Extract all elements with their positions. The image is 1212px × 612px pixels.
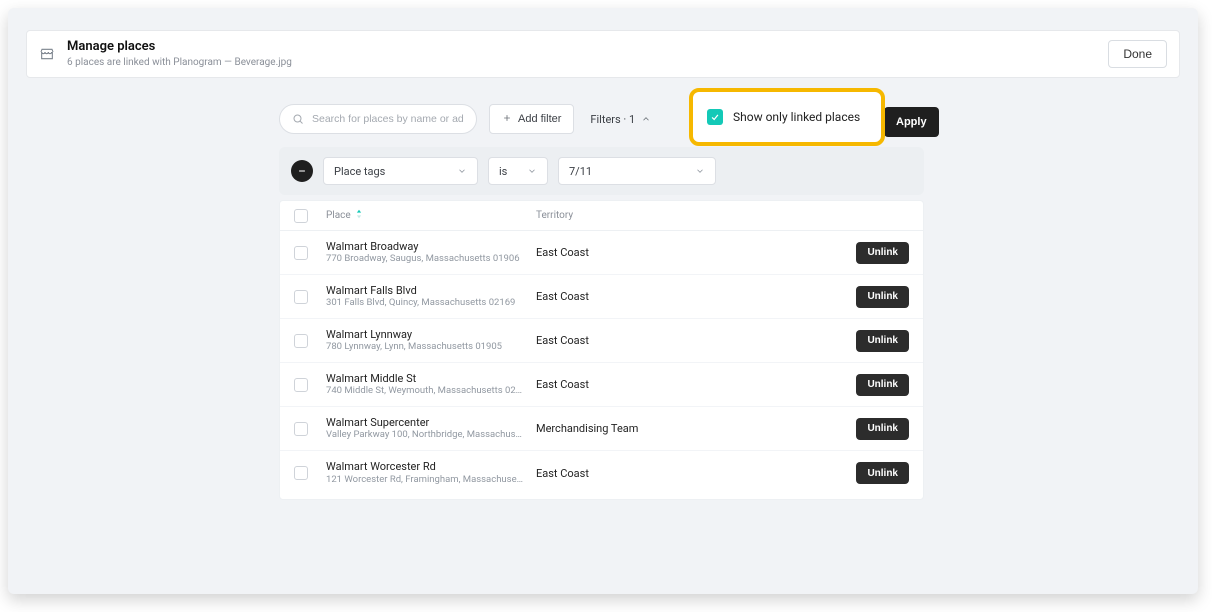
unlink-button[interactable]: Unlink (856, 462, 909, 484)
sort-icon (355, 209, 363, 222)
place-address: 301 Falls Blvd, Quincy, Massachusetts 02… (326, 297, 526, 309)
row-checkbox[interactable] (294, 466, 308, 480)
column-header-place-label: Place (326, 210, 351, 221)
column-header-place[interactable]: Place (326, 209, 536, 222)
table-row: Walmart Broadway 770 Broadway, Saugus, M… (280, 231, 923, 275)
show-linked-checkbox[interactable] (707, 109, 723, 125)
add-filter-label: Add filter (518, 113, 561, 125)
show-linked-label: Show only linked places (733, 110, 860, 124)
place-name: Walmart Falls Blvd (326, 284, 536, 298)
page-header: Manage places 6 places are linked with P… (26, 30, 1180, 78)
search-icon (292, 113, 304, 125)
search-field[interactable] (279, 104, 477, 134)
place-name: Walmart Broadway (326, 240, 536, 254)
table-header: Place Territory (280, 201, 923, 231)
filter-operator-select[interactable]: is (488, 157, 548, 185)
done-button[interactable]: Done (1108, 40, 1167, 68)
row-checkbox[interactable] (294, 334, 308, 348)
column-header-territory[interactable]: Territory (536, 210, 736, 221)
place-address: 780 Lynnway, Lynn, Massachusetts 01905 (326, 341, 526, 353)
filter-operator-value: is (499, 165, 507, 178)
territory-cell: East Coast (536, 334, 736, 347)
place-cell: Walmart Worcester Rd 121 Worcester Rd, F… (326, 460, 536, 486)
show-linked-highlight: Show only linked places (689, 88, 885, 146)
place-address: 770 Broadway, Saugus, Massachusetts 0190… (326, 253, 526, 265)
unlink-button[interactable]: Unlink (856, 330, 909, 352)
header-titles: Manage places 6 places are linked with P… (67, 39, 292, 69)
place-cell: Walmart Supercenter Valley Parkway 100, … (326, 416, 536, 442)
page-subtitle: 6 places are linked with Planogram — Bev… (67, 56, 292, 69)
place-address: Valley Parkway 100, Northbridge, Massach… (326, 429, 526, 441)
unlink-button[interactable]: Unlink (856, 374, 909, 396)
row-checkbox[interactable] (294, 246, 308, 260)
page-container: Manage places 6 places are linked with P… (8, 8, 1198, 594)
filter-value-select[interactable]: 7/11 (558, 157, 716, 185)
territory-cell: East Coast (536, 467, 736, 480)
table-row: Walmart Falls Blvd 301 Falls Blvd, Quinc… (280, 275, 923, 319)
filter-value-value: 7/11 (569, 165, 592, 178)
table-row: Walmart Lynnway 780 Lynnway, Lynn, Massa… (280, 319, 923, 363)
filter-row: Place tags is 7/11 (279, 147, 924, 195)
territory-cell: East Coast (536, 378, 736, 391)
table-row: Walmart Worcester Rd 121 Worcester Rd, F… (280, 451, 923, 495)
place-cell: Walmart Falls Blvd 301 Falls Blvd, Quinc… (326, 284, 536, 310)
row-checkbox[interactable] (294, 290, 308, 304)
place-address: 121 Worcester Rd, Framingham, Massachuse… (326, 474, 526, 486)
place-cell: Walmart Middle St 740 Middle St, Weymout… (326, 372, 536, 398)
add-filter-button[interactable]: Add filter (489, 104, 574, 134)
chevron-down-icon (457, 166, 467, 176)
place-name: Walmart Worcester Rd (326, 460, 536, 474)
place-cell: Walmart Lynnway 780 Lynnway, Lynn, Massa… (326, 328, 536, 354)
row-checkbox[interactable] (294, 422, 308, 436)
unlink-button[interactable]: Unlink (856, 242, 909, 264)
filters-trigger[interactable]: Filters · 1 (590, 113, 651, 126)
filter-field-value: Place tags (334, 165, 385, 178)
page-title: Manage places (67, 39, 292, 56)
chevron-down-icon (695, 166, 705, 176)
store-icon (39, 46, 55, 62)
places-table: Place Territory Walmart Broadway 770 Bro… (279, 200, 924, 500)
plus-icon (502, 113, 512, 126)
chevron-down-icon (527, 166, 537, 176)
territory-cell: East Coast (536, 290, 736, 303)
column-header-territory-label: Territory (536, 210, 573, 221)
place-name: Walmart Lynnway (326, 328, 536, 342)
place-address: 740 Middle St, Weymouth, Massachusetts 0… (326, 385, 526, 397)
row-checkbox[interactable] (294, 378, 308, 392)
place-cell: Walmart Broadway 770 Broadway, Saugus, M… (326, 240, 536, 266)
filters-label: Filters · 1 (590, 113, 635, 126)
table-row: Walmart Supercenter Valley Parkway 100, … (280, 407, 923, 451)
unlink-button[interactable]: Unlink (856, 418, 909, 440)
search-input[interactable] (312, 113, 464, 125)
territory-cell: East Coast (536, 246, 736, 259)
filter-field-select[interactable]: Place tags (323, 157, 478, 185)
place-name: Walmart Supercenter (326, 416, 536, 430)
chevron-up-icon (641, 114, 651, 124)
select-all-checkbox[interactable] (294, 209, 308, 223)
territory-cell: Merchandising Team (536, 422, 736, 435)
place-name: Walmart Middle St (326, 372, 536, 386)
apply-button[interactable]: Apply (884, 107, 939, 137)
remove-filter-button[interactable] (291, 160, 313, 182)
table-row: Walmart Middle St 740 Middle St, Weymout… (280, 363, 923, 407)
unlink-button[interactable]: Unlink (856, 286, 909, 308)
